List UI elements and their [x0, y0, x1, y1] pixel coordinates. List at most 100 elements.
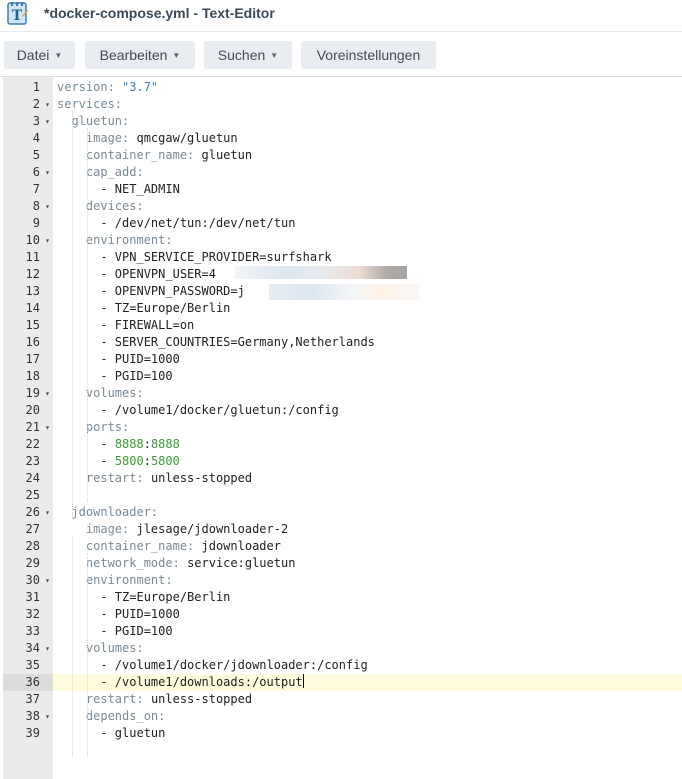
menu-label: Suchen [217, 47, 266, 63]
line-number: 27 [3, 521, 53, 538]
menu-suchen-button[interactable]: Suchen ▼ [204, 41, 292, 69]
line-number-label: 12 [25, 267, 40, 281]
line-number-label: 4 [32, 131, 40, 145]
text-editor-icon: T [7, 2, 29, 26]
code-line[interactable]: - /volume1/docker/jdownloader:/config [57, 657, 682, 674]
code-line[interactable]: devices: [57, 198, 682, 215]
code-line[interactable]: - TZ=Europe/Berlin [57, 589, 682, 606]
line-number-label: 7 [32, 182, 40, 196]
yaml-key: restart: [85, 692, 151, 706]
code-line[interactable]: environment: [57, 572, 682, 589]
line-number-label: 27 [25, 522, 40, 536]
fold-toggle-icon[interactable]: ▾ [45, 640, 50, 657]
line-number-label: 26 [25, 505, 40, 519]
code-area[interactable]: - gluetun depends_on: restart: unless-st… [53, 77, 682, 779]
yaml-value: - NET_ADMIN [100, 182, 180, 196]
menu-label: Bearbeiten [99, 47, 168, 63]
code-line[interactable]: volumes: [57, 385, 682, 402]
fold-toggle-icon[interactable]: ▾ [45, 96, 50, 113]
caret-down-icon: ▼ [270, 51, 279, 60]
yaml-key: jdownloader: [71, 505, 159, 519]
line-number: 21 ▾ [3, 419, 53, 436]
line-number-label: 9 [32, 216, 40, 230]
yaml-value: - /volume1/docker/jdownloader:/config [100, 658, 368, 672]
yaml-value: qmcgaw/gluetun [136, 131, 238, 145]
code-line[interactable]: container_name: jdownloader [57, 538, 682, 555]
code-line[interactable]: network_mode: service:gluetun [57, 555, 682, 572]
fold-toggle-icon[interactable]: ▾ [45, 419, 50, 436]
code-line[interactable]: restart: unless-stopped [57, 691, 682, 708]
line-number: 32 [3, 606, 53, 623]
code-line[interactable]: - 8888:8888 [57, 436, 682, 453]
fold-toggle-icon[interactable]: ▾ [45, 113, 50, 130]
code-line[interactable]: container_name: gluetun [57, 147, 682, 164]
fold-toggle-icon[interactable]: ▾ [45, 232, 50, 249]
yaml-value: - VPN_SERVICE_PROVIDER=surfshark [100, 250, 332, 264]
menu-bearbeiten-button[interactable]: Bearbeiten ▼ [85, 41, 195, 69]
code-line[interactable]: cap_add: [57, 164, 682, 181]
code-line[interactable]: environment: [57, 232, 682, 249]
code-line[interactable]: ports: [57, 419, 682, 436]
fold-toggle-icon[interactable]: ▾ [45, 385, 50, 402]
menu-datei-button[interactable]: Datei ▼ [4, 41, 75, 69]
code-line[interactable]: - FIREWALL=on [57, 317, 682, 334]
code-line[interactable]: - TZ=Europe/Berlin [57, 300, 682, 317]
fold-toggle-icon[interactable]: ▾ [45, 198, 50, 215]
line-number: 7 [3, 181, 53, 198]
code-editor[interactable]: 1 2 ▾ 3 ▾ 4 5 6 ▾ 7 8 ▾ 9 10 ▾ 11 12 13 14 15 16 17 18 19 ▾ 20 21 ▾… [0, 76, 682, 779]
code-line[interactable]: volumes: [57, 640, 682, 657]
code-line[interactable]: image: qmcgaw/gluetun [57, 130, 682, 147]
fold-toggle-icon[interactable]: ▾ [45, 572, 50, 589]
code-line[interactable]: services: [57, 96, 682, 113]
line-number-label: 31 [25, 590, 40, 604]
yaml-value: unless-stopped [150, 471, 253, 485]
fold-toggle-icon[interactable]: ▾ [45, 708, 50, 725]
fold-toggle-icon[interactable]: ▾ [45, 164, 50, 181]
line-number: 13 [3, 283, 53, 300]
code-line[interactable]: - /dev/net/tun:/dev/net/tun [57, 215, 682, 232]
code-line[interactable]: - PGID=100 [57, 623, 682, 640]
yaml-number: 8888 [114, 437, 144, 451]
code-line[interactable]: - PUID=1000 [57, 351, 682, 368]
code-line[interactable]: jdownloader: [57, 504, 682, 521]
code-line[interactable]: - PUID=1000 [57, 606, 682, 623]
code-line[interactable]: - /volume1/docker/gluetun:/config [57, 402, 682, 419]
line-number: 35 [3, 657, 53, 674]
yaml-value: - PUID=1000 [100, 607, 180, 621]
code-line[interactable]: - /volume1/downloads:/output [53, 674, 682, 691]
preferences-button[interactable]: Voreinstellungen [301, 41, 436, 69]
text-cursor [302, 674, 304, 688]
line-number-label: 1 [32, 80, 40, 94]
toolbar: Datei ▼ Bearbeiten ▼ Suchen ▼ Voreinstellun… [0, 31, 682, 76]
line-number: 20 [3, 402, 53, 419]
code-line[interactable]: gluetun: [57, 113, 682, 130]
line-number-label: 34 [25, 641, 40, 655]
yaml-number: 5800 [114, 454, 144, 468]
yaml-key: cap_add: [85, 165, 144, 179]
code-line[interactable]: image: jlesage/jdownloader-2 [57, 521, 682, 538]
yaml-value: - PGID=100 [100, 369, 173, 383]
code-line[interactable]: - SERVER_COUNTRIES=Germany,Netherlands [57, 334, 682, 351]
code-line[interactable]: version: "3.7" [57, 79, 682, 96]
code-line[interactable]: restart: unless-stopped [57, 470, 682, 487]
code-line[interactable]: depends_on: [57, 708, 682, 725]
code-line[interactable]: - 5800:5800 [57, 453, 682, 470]
yaml-key: devices: [85, 199, 144, 213]
fold-toggle-icon[interactable]: ▾ [45, 504, 50, 521]
yaml-value: - FIREWALL=on [100, 318, 195, 332]
code-line[interactable] [57, 487, 682, 504]
code-line[interactable]: - VPN_SERVICE_PROVIDER=surfshark [57, 249, 682, 266]
code-line[interactable]: - PGID=100 [57, 368, 682, 385]
code-line[interactable]: - NET_ADMIN [57, 181, 682, 198]
line-number-label: 39 [25, 726, 40, 740]
line-number: 39 [3, 725, 53, 742]
code-line[interactable]: - gluetun [57, 725, 682, 742]
line-number-label: 2 [32, 97, 40, 111]
